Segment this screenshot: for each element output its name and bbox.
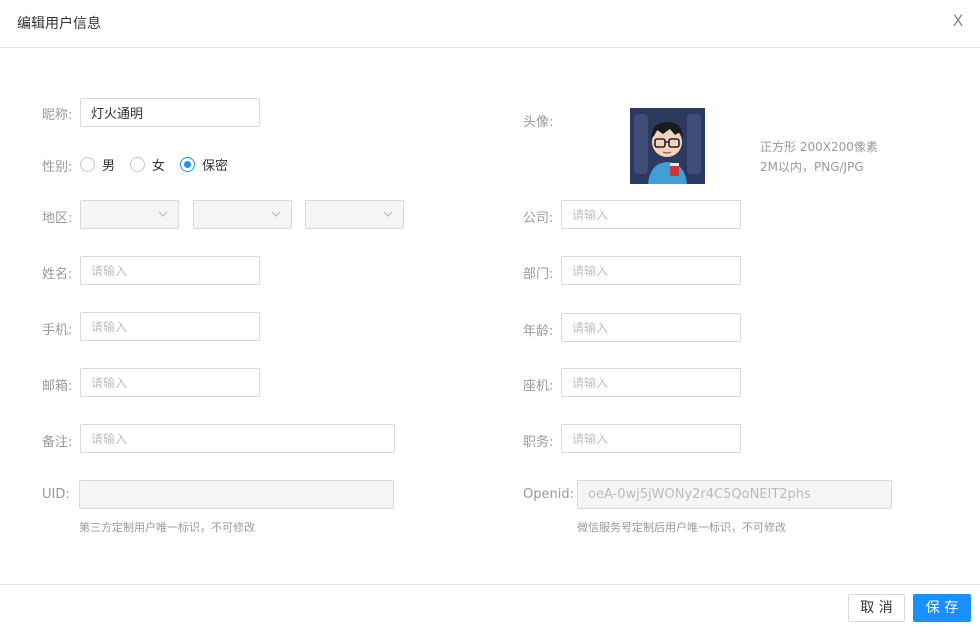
gender-radio-group: 男 女 保密 — [80, 155, 243, 174]
avatar-tip-size: 正方形 200X200像素 — [760, 140, 878, 154]
phone-label: 手机: — [42, 323, 73, 338]
uid-label: UID: — [42, 487, 70, 502]
email-input[interactable] — [80, 368, 260, 397]
nickname-input[interactable] — [80, 98, 260, 127]
uid-hint: 第三方定制用户唯一标识，不可修改 — [79, 521, 255, 534]
region-label: 地区: — [42, 211, 73, 226]
department-input[interactable] — [561, 256, 741, 285]
province-select[interactable] — [80, 200, 179, 229]
cancel-button[interactable]: 取 消 — [848, 594, 905, 622]
avatar-tip: 正方形 200X200像素 2M以内，PNG/JPG — [760, 137, 878, 177]
remark-input[interactable] — [80, 424, 395, 453]
openid-label: Openid: — [523, 487, 574, 502]
name-label: 姓名: — [42, 267, 73, 282]
openid-input — [577, 480, 892, 509]
phone-input[interactable] — [80, 312, 260, 341]
dialog-footer — [0, 584, 980, 629]
district-select[interactable] — [305, 200, 404, 229]
dialog-title: 编辑用户信息 — [17, 16, 101, 32]
uid-input — [79, 480, 394, 509]
landline-input[interactable] — [561, 368, 741, 397]
gender-option-male[interactable]: 男 — [80, 155, 115, 174]
gender-option-label: 女 — [152, 158, 166, 174]
company-input[interactable] — [561, 200, 741, 229]
age-label: 年龄: — [523, 324, 554, 339]
chevron-down-icon — [383, 211, 393, 217]
dialog-header: 编辑用户信息 X — [0, 0, 980, 48]
position-label: 职务: — [523, 435, 554, 450]
avatar[interactable] — [630, 108, 705, 184]
avatar-image — [630, 108, 705, 184]
company-label: 公司: — [523, 211, 554, 226]
gender-option-secret[interactable]: 保密 — [180, 155, 228, 174]
email-label: 邮箱: — [42, 379, 73, 394]
save-button[interactable]: 保 存 — [913, 594, 971, 622]
radio-unchecked-icon — [80, 156, 95, 172]
avatar-tip-format: 2M以内，PNG/JPG — [760, 160, 864, 174]
gender-option-label: 保密 — [202, 158, 229, 174]
avatar-label: 头像: — [523, 115, 554, 130]
openid-hint: 微信服务号定制后用户唯一标识，不可修改 — [577, 521, 786, 534]
age-input[interactable] — [561, 313, 741, 342]
chevron-down-icon — [158, 211, 168, 217]
gender-option-female[interactable]: 女 — [130, 155, 165, 174]
position-input[interactable] — [561, 424, 741, 453]
name-input[interactable] — [80, 256, 260, 285]
chevron-down-icon — [271, 211, 281, 217]
radio-unchecked-icon — [130, 156, 146, 172]
department-label: 部门: — [523, 267, 554, 282]
gender-option-label: 男 — [102, 158, 116, 174]
nickname-label: 昵称: — [42, 108, 73, 123]
landline-label: 座机: — [523, 379, 554, 394]
close-icon[interactable]: X — [950, 12, 966, 30]
radio-checked-icon — [180, 156, 196, 172]
gender-label: 性别: — [42, 160, 73, 175]
remark-label: 备注: — [42, 435, 73, 450]
city-select[interactable] — [193, 200, 292, 229]
